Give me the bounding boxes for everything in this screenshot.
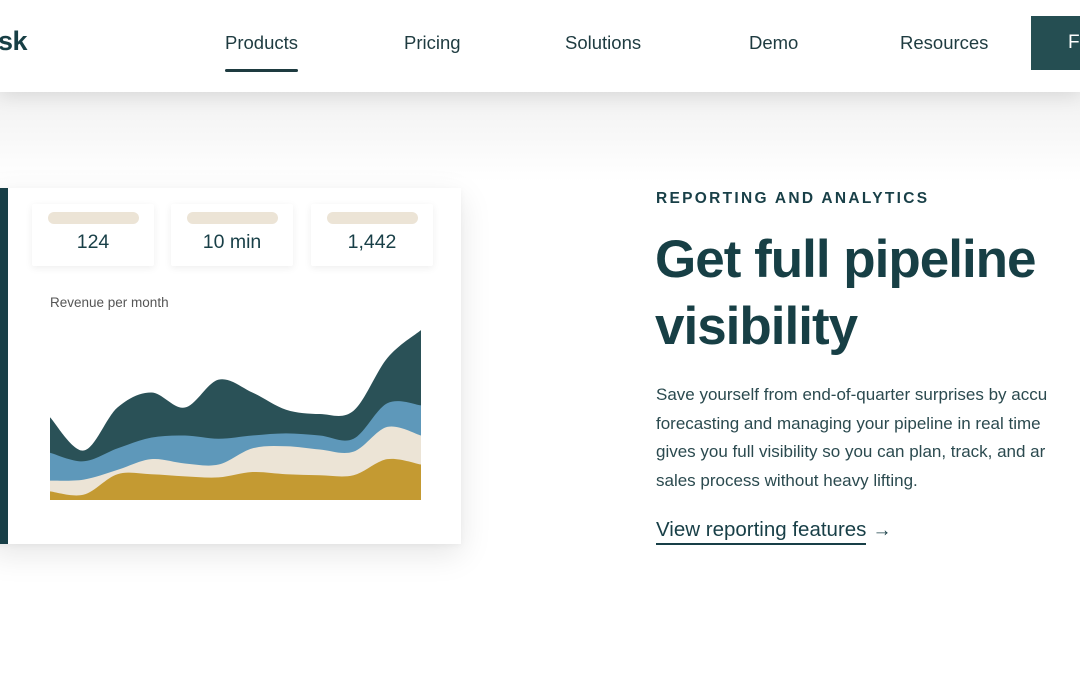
stat-card: 10 min [171,204,293,266]
arrow-right-icon: → [872,520,892,541]
site-header: sk Products Pricing Solutions Demo Resou… [0,0,1080,92]
analytics-card: 124 10 min 1,442 Revenue per month [0,188,461,544]
nav-products[interactable]: Products [225,32,299,72]
description-line: gives you full visibility so you can pla… [656,442,1046,462]
stat-card: 124 [32,204,154,266]
view-reporting-link[interactable]: View reporting features → [656,518,892,545]
stat-label-placeholder [48,212,139,224]
nav-solutions[interactable]: Solutions [565,32,641,54]
cta-button[interactable]: F [1031,16,1080,70]
stat-value: 124 [76,231,110,253]
stat-value: 10 min [202,231,262,253]
description-line: sales process without heavy lifting. [656,471,918,491]
description-line: Save yourself from end-of-quarter surpri… [656,385,1048,404]
stat-card: 1,442 [311,204,433,266]
card-accent-strip [0,188,8,544]
link-label[interactable]: View reporting features [656,518,867,545]
headline-line: visibility [655,297,858,356]
stat-label-placeholder [187,212,278,224]
revenue-chart [50,330,421,500]
header-shadow [0,92,1080,182]
logo[interactable]: sk [0,26,28,57]
headline: Get full pipeline visibility [655,226,1080,360]
nav-resources[interactable]: Resources [900,32,988,54]
nav-demo[interactable]: Demo [749,32,798,54]
headline-line: Get full pipeline [655,230,1037,289]
description-line: forecasting and managing your pipeline i… [656,413,1041,433]
description: Save yourself from end-of-quarter surpri… [656,381,1080,496]
section-eyebrow: REPORTING AND ANALYTICS [656,190,930,207]
nav-pricing[interactable]: Pricing [404,32,461,54]
stat-value: 1,442 [347,231,397,253]
stat-label-placeholder [327,212,418,224]
chart-title: Revenue per month [50,295,169,310]
